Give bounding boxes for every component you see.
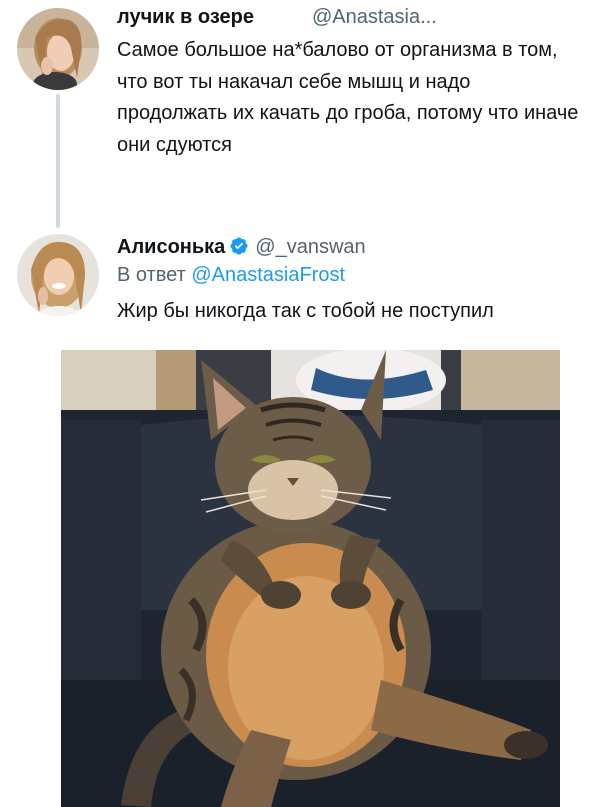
verified-badge-icon: [229, 236, 249, 256]
tweet-header: Алисонька @_vanswan: [117, 235, 587, 259]
reply-context: В ответ @AnastasiaFrost: [117, 263, 345, 287]
author-handle[interactable]: @Anastasia...: [312, 6, 437, 28]
avatar-photo: [17, 8, 99, 90]
reply-mention-link[interactable]: @AnastasiaFrost: [191, 264, 345, 286]
tweet-text: Жир бы никогда так с тобой не поступил: [117, 300, 494, 322]
tweet-original[interactable]: лучик в озере @Anastasia... Самое большое…: [0, 0, 599, 230]
tweet-photo[interactable]: [61, 350, 560, 807]
author-name[interactable]: Алисонька: [117, 236, 225, 258]
author-handle[interactable]: @_vanswan: [255, 236, 365, 258]
tweet-header: лучик в озере @Anastasia...: [117, 5, 587, 29]
reply-prefix: В ответ: [117, 264, 186, 286]
tweet-reply[interactable]: Алисонька @_vanswan В ответ @AnastasiaFro…: [0, 230, 599, 807]
author-name[interactable]: лучик в озере: [117, 6, 254, 28]
avatar[interactable]: [17, 234, 99, 316]
thread-line: [56, 94, 60, 228]
avatar-photo: [17, 234, 99, 316]
avatar[interactable]: [17, 8, 99, 90]
cat-photo: [61, 350, 560, 807]
tweet-text: Самое большое на*балово от организма в т…: [117, 39, 579, 156]
